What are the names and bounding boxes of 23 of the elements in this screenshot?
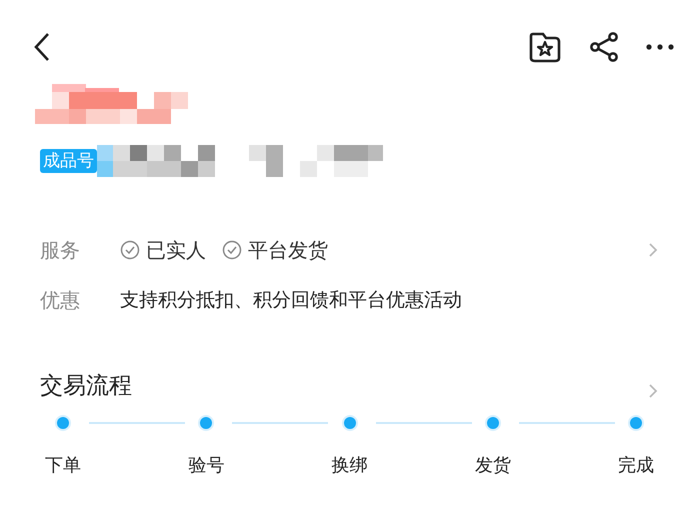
- check-circle-icon: [120, 240, 140, 260]
- share-icon[interactable]: [588, 31, 620, 63]
- discount-label: 优惠: [40, 287, 81, 314]
- service-label: 服务: [40, 237, 81, 264]
- step-label: 完成: [618, 454, 654, 478]
- step-label: 验号: [188, 454, 224, 478]
- step-label: 下单: [45, 454, 81, 478]
- folder-star-icon[interactable]: [528, 30, 562, 64]
- discount-text: 支持积分抵扣、积分回馈和平台优惠活动: [120, 288, 462, 313]
- service-tag: 平台发货: [248, 235, 328, 265]
- step-label: 发货: [474, 454, 511, 478]
- back-icon[interactable]: [33, 32, 51, 62]
- step-dot: [340, 414, 358, 432]
- step-dot: [54, 414, 72, 432]
- more-icon[interactable]: [646, 44, 674, 50]
- step-dot: [197, 414, 216, 432]
- step-dot: [627, 414, 645, 432]
- step-dot: [484, 414, 502, 432]
- section-title: 交易流程: [40, 372, 132, 401]
- check-circle-icon: [222, 240, 242, 260]
- service-tag: 已实人: [146, 235, 206, 265]
- step-label: 换绑: [332, 454, 368, 478]
- code-tag: 成品号: [40, 149, 97, 173]
